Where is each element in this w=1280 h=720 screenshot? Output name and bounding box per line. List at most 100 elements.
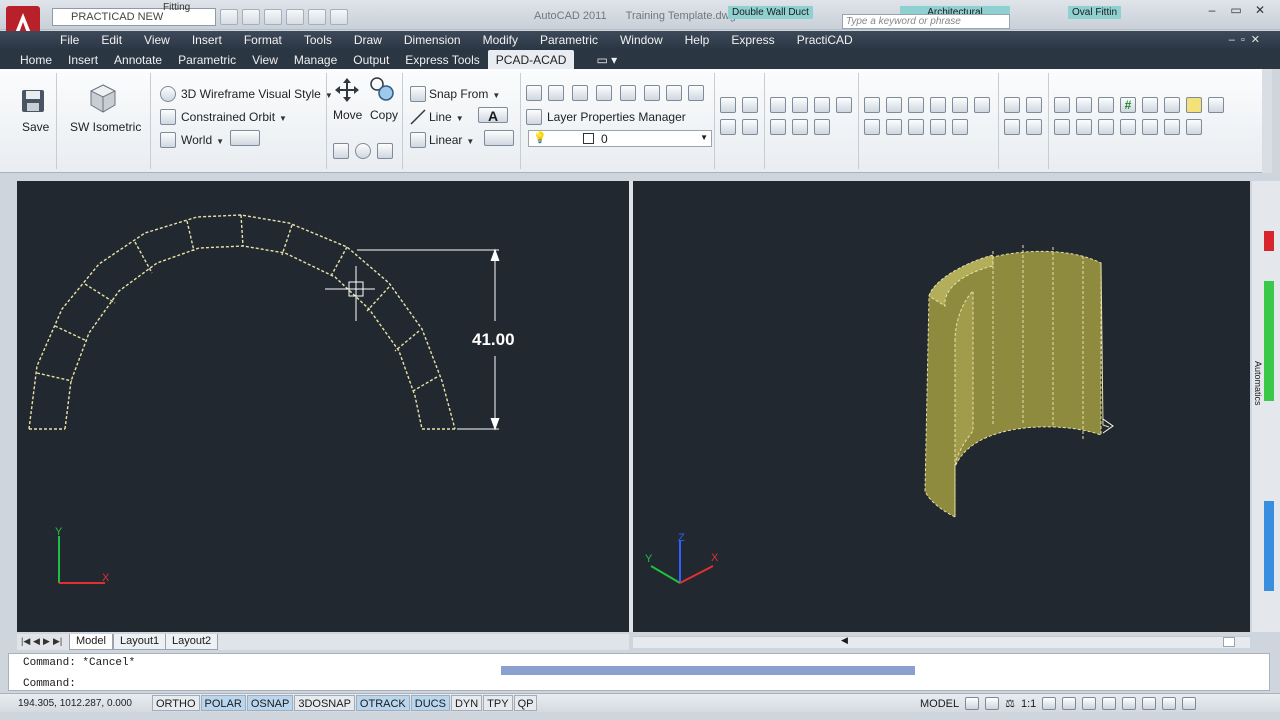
pcad-tool-icon[interactable]: [1026, 119, 1042, 135]
pcad-tool-icon[interactable]: [770, 119, 786, 135]
cube-icon[interactable]: [90, 84, 116, 114]
coordinates-readout[interactable]: 194.305, 1012.287, 0.000: [18, 698, 132, 709]
palette-tab-automatics[interactable]: [1264, 281, 1274, 401]
tab-express-tools[interactable]: Express Tools: [397, 50, 487, 69]
copy-icon[interactable]: [368, 75, 396, 103]
pcad-tool-icon[interactable]: [1120, 119, 1136, 135]
viewport-isometric[interactable]: Z Y X: [633, 181, 1250, 632]
pcad-tool-icon[interactable]: [952, 119, 968, 135]
toggle-ducs[interactable]: DUCS: [410, 695, 450, 711]
quick-view-drawings-icon[interactable]: [985, 697, 1000, 710]
tab-pcad-acad[interactable]: PCAD-ACAD: [487, 50, 575, 69]
tab-home[interactable]: Home: [12, 50, 60, 69]
next-tab-icon[interactable]: ▶: [43, 636, 50, 647]
previous-tab-icon[interactable]: ◀: [33, 636, 40, 647]
pcad-tool-icon[interactable]: [1098, 97, 1114, 113]
constrained-orbit-dropdown[interactable]: Constrained Orbit ▼: [181, 110, 287, 124]
pcad-tool-icon[interactable]: [814, 119, 830, 135]
workspace-dropdown[interactable]: PRACTICAD NEW Fitting: [52, 2, 216, 26]
palette-tab-blue[interactable]: [1264, 501, 1274, 591]
menu-tools[interactable]: Tools: [304, 31, 342, 50]
menu-dimension[interactable]: Dimension: [404, 31, 471, 50]
toggle-3dosnap[interactable]: 3DOSNAP: [294, 695, 355, 711]
pcad-tool-icon[interactable]: [974, 97, 990, 113]
tab-layout2[interactable]: Layout2: [165, 634, 219, 650]
layer-tool-icon[interactable]: [526, 85, 542, 101]
pcad-tool-icon[interactable]: [814, 97, 830, 113]
scroll-left-icon[interactable]: ◀: [841, 635, 848, 646]
pcad-tool-icon[interactable]: [886, 97, 902, 113]
search-input[interactable]: Type a keyword or phrase: [842, 14, 1010, 29]
menu-insert[interactable]: Insert: [192, 31, 232, 50]
pcad-tool-icon[interactable]: [1076, 119, 1092, 135]
menu-modify[interactable]: Modify: [483, 31, 528, 50]
toggle-polar[interactable]: POLAR: [200, 695, 246, 711]
close-icon[interactable]: ✕: [1248, 2, 1272, 20]
pcad-tool-icon[interactable]: [908, 97, 924, 113]
note-icon[interactable]: [1186, 97, 1202, 113]
open-icon[interactable]: [242, 9, 260, 25]
menu-parametric[interactable]: Parametric: [540, 31, 608, 50]
pcad-tool-icon[interactable]: [792, 119, 808, 135]
minimize-icon[interactable]: –: [1200, 2, 1224, 20]
pcad-tool-icon[interactable]: [864, 97, 880, 113]
copy-button[interactable]: Copy: [370, 108, 398, 122]
dimension-style-icon[interactable]: [484, 130, 514, 146]
text-style-icon[interactable]: A: [478, 107, 508, 124]
layer-tool-icon[interactable]: [666, 85, 682, 101]
annotation-visibility-icon[interactable]: [1042, 697, 1057, 710]
tab-annotate[interactable]: Annotate: [106, 50, 170, 69]
tab-parametric[interactable]: Parametric: [170, 50, 244, 69]
pcad-tool-icon[interactable]: [1164, 97, 1180, 113]
toggle-otrack[interactable]: OTRACK: [355, 695, 410, 711]
sw-isometric-button[interactable]: SW Isometric: [70, 120, 141, 134]
menu-practicad[interactable]: PractiCAD: [797, 31, 863, 50]
pcad-tool-icon[interactable]: [864, 119, 880, 135]
pcad-tool-icon[interactable]: [836, 97, 852, 113]
print-icon[interactable]: [330, 9, 348, 25]
horizontal-scrollbar[interactable]: ◀: [633, 635, 1250, 648]
snap-from-dropdown[interactable]: Snap From ▼: [429, 87, 500, 101]
menu-window[interactable]: Window: [620, 31, 673, 50]
pcad-tool-icon[interactable]: [742, 119, 758, 135]
tag-oval-fitting[interactable]: Oval Fittin: [1068, 6, 1122, 19]
auto-scale-icon[interactable]: [1062, 697, 1077, 710]
pcad-tool-icon[interactable]: [1164, 119, 1180, 135]
hatch-icon[interactable]: #: [1120, 97, 1136, 113]
annotation-scale[interactable]: 1:1: [1021, 698, 1036, 710]
toggle-qp[interactable]: QP: [513, 695, 538, 711]
pcad-tool-icon[interactable]: [930, 119, 946, 135]
move-icon[interactable]: [334, 77, 360, 103]
tab-manage[interactable]: Manage: [286, 50, 345, 69]
new-icon[interactable]: [220, 9, 238, 25]
scroll-thumb[interactable]: [1223, 637, 1235, 647]
toggle-osnap[interactable]: OSNAP: [246, 695, 294, 711]
line-dropdown[interactable]: Line ▼: [429, 110, 464, 124]
move-button[interactable]: Move: [333, 108, 362, 122]
pcad-tool-icon[interactable]: [720, 97, 736, 113]
save-button[interactable]: Save: [22, 120, 49, 134]
isolate-objects-icon[interactable]: [1122, 697, 1137, 710]
tab-model[interactable]: Model: [69, 634, 113, 650]
tool-palette-strip[interactable]: Automatics: [1252, 181, 1280, 632]
menu-help[interactable]: Help: [685, 31, 720, 50]
save-icon[interactable]: [21, 89, 45, 113]
pcad-tool-icon[interactable]: [1004, 119, 1020, 135]
pcad-tool-icon[interactable]: [1026, 97, 1042, 113]
pcad-tool-icon[interactable]: [742, 97, 758, 113]
ribbon-scrollbar[interactable]: [1262, 69, 1272, 173]
layer-tool-icon[interactable]: [644, 85, 660, 101]
status-menu-icon[interactable]: [1162, 697, 1177, 710]
menu-format[interactable]: Format: [244, 31, 292, 50]
command-input[interactable]: Command:: [23, 678, 76, 690]
menu-edit[interactable]: Edit: [101, 31, 132, 50]
save-icon[interactable]: [264, 9, 282, 25]
layer-dropdown[interactable]: 💡 0 ▼: [528, 130, 712, 147]
command-window-resize-bar[interactable]: [501, 666, 915, 675]
tab-layout1[interactable]: Layout1: [113, 634, 167, 650]
maximize-icon[interactable]: ▭: [1224, 2, 1248, 20]
pcad-tool-icon[interactable]: [770, 97, 786, 113]
clean-screen-icon[interactable]: [1182, 697, 1197, 710]
quick-view-layouts-icon[interactable]: [965, 697, 980, 710]
layer-lock-icon[interactable]: [596, 85, 612, 101]
